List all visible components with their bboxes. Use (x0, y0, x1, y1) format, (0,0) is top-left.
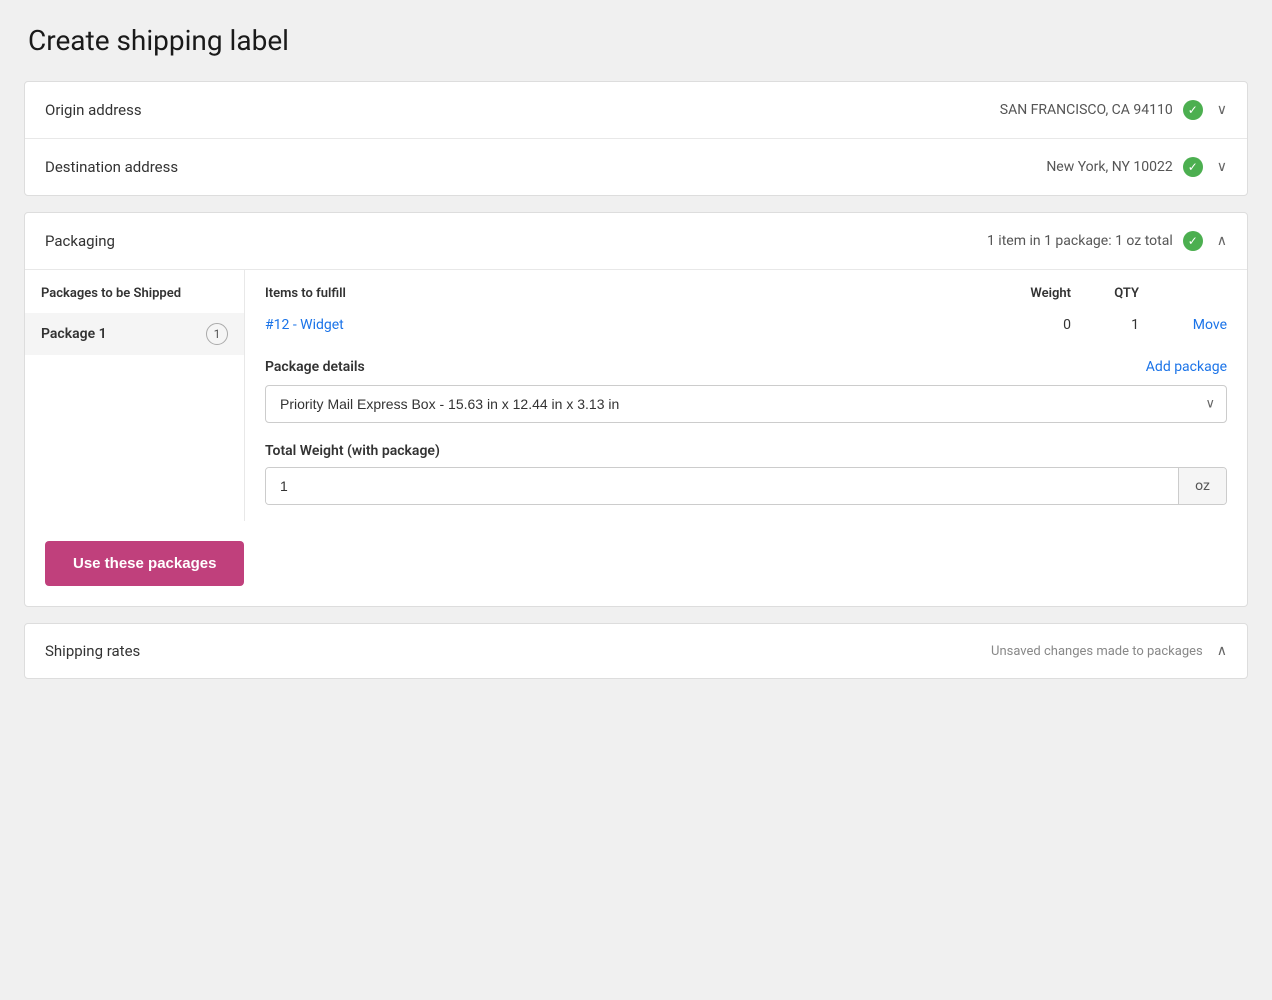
packaging-chevron-icon: ∧ (1217, 233, 1227, 249)
package-details-header: Package details Add package (265, 359, 1227, 375)
shipping-rates-label: Shipping rates (45, 642, 140, 660)
weight-input[interactable] (266, 468, 1178, 504)
origin-address-status: SAN FRANCISCO, CA 94110 (1000, 102, 1173, 118)
action-col-header (1147, 286, 1227, 301)
destination-address-status: New York, NY 10022 (1046, 159, 1172, 175)
packages-table: Packages to be Shipped Package 1 1 Items… (25, 270, 1247, 521)
items-col-header: Items to fulfill (265, 286, 963, 301)
package-select-wrapper: Priority Mail Express Box - 15.63 in x 1… (265, 385, 1227, 423)
package-details-section: Package details Add package Priority Mai… (265, 359, 1227, 423)
origin-address-right: SAN FRANCISCO, CA 94110 ✓ ∨ (1000, 100, 1227, 120)
items-table-header: Items to fulfill Weight QTY (265, 286, 1227, 311)
packaging-header[interactable]: Packaging 1 item in 1 package: 1 oz tota… (25, 213, 1247, 270)
package-select[interactable]: Priority Mail Express Box - 15.63 in x 1… (265, 385, 1227, 423)
weight-col-header: Weight (971, 286, 1071, 301)
address-card: Origin address SAN FRANCISCO, CA 94110 ✓… (24, 81, 1248, 196)
destination-address-right: New York, NY 10022 ✓ ∨ (1046, 157, 1227, 177)
packages-right: Items to fulfill Weight QTY #12 - Widget… (245, 270, 1247, 521)
origin-check-icon: ✓ (1183, 100, 1203, 120)
shipping-rates-right: Unsaved changes made to packages ∧ (991, 643, 1227, 659)
packaging-status: 1 item in 1 package: 1 oz total (987, 233, 1173, 249)
destination-check-icon: ✓ (1183, 157, 1203, 177)
packaging-header-right: 1 item in 1 package: 1 oz total ✓ ∧ (987, 231, 1227, 251)
item-qty: 1 (1079, 317, 1139, 333)
total-weight-label: Total Weight (with package) (265, 443, 1227, 459)
origin-address-label: Origin address (45, 101, 142, 119)
packaging-body: Packages to be Shipped Package 1 1 Items… (25, 270, 1247, 606)
package-item-label: Package 1 (41, 326, 107, 342)
item-row: #12 - Widget 0 1 Move (265, 311, 1227, 339)
packages-left: Packages to be Shipped Package 1 1 (25, 270, 245, 521)
weight-input-wrapper: oz (265, 467, 1227, 505)
shipping-rates-card: Shipping rates Unsaved changes made to p… (24, 623, 1248, 679)
item-weight: 0 (971, 317, 1071, 333)
shipping-rates-chevron-icon: ∧ (1217, 643, 1227, 659)
item-link[interactable]: #12 - Widget (265, 317, 963, 333)
use-packages-wrapper: Use these packages (25, 521, 1247, 606)
packaging-check-icon: ✓ (1183, 231, 1203, 251)
page-title: Create shipping label (24, 24, 1248, 57)
packages-left-header: Packages to be Shipped (25, 286, 244, 313)
package-details-label: Package details (265, 359, 365, 375)
packaging-card: Packaging 1 item in 1 package: 1 oz tota… (24, 212, 1248, 607)
weight-unit: oz (1178, 468, 1226, 504)
item-move-button[interactable]: Move (1147, 317, 1227, 333)
unsaved-changes-text: Unsaved changes made to packages (991, 644, 1203, 659)
origin-chevron-icon: ∨ (1217, 102, 1227, 118)
package-item[interactable]: Package 1 1 (25, 313, 244, 355)
shipping-rates-header[interactable]: Shipping rates Unsaved changes made to p… (25, 624, 1247, 678)
origin-address-row[interactable]: Origin address SAN FRANCISCO, CA 94110 ✓… (25, 82, 1247, 139)
package-badge: 1 (206, 323, 228, 345)
add-package-link[interactable]: Add package (1146, 359, 1227, 375)
use-packages-button[interactable]: Use these packages (45, 541, 244, 586)
destination-chevron-icon: ∨ (1217, 159, 1227, 175)
destination-address-label: Destination address (45, 158, 178, 176)
packaging-label: Packaging (45, 232, 115, 250)
weight-section: Total Weight (with package) oz (265, 443, 1227, 505)
destination-address-row[interactable]: Destination address New York, NY 10022 ✓… (25, 139, 1247, 195)
qty-col-header: QTY (1079, 286, 1139, 301)
